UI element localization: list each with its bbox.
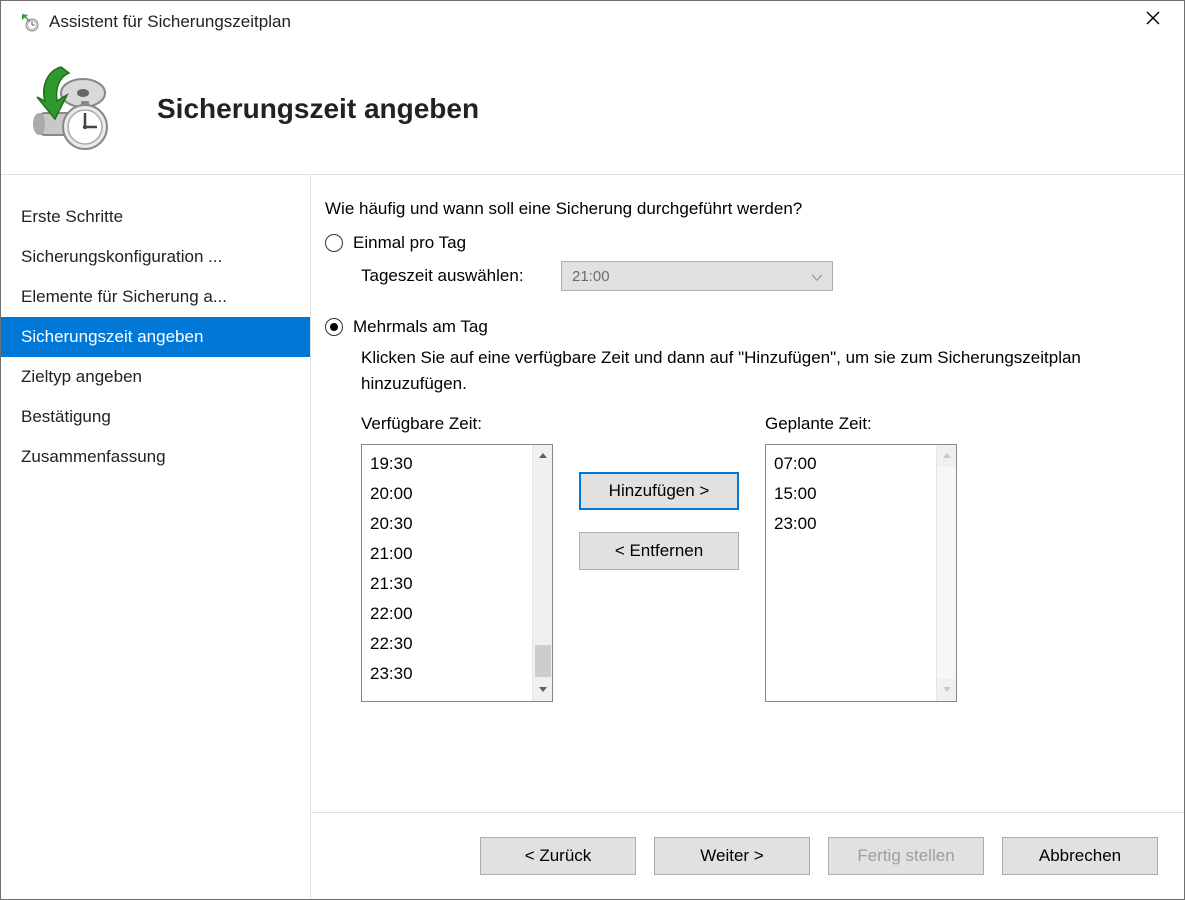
add-button-label: Hinzufügen > (609, 481, 710, 501)
wizard-window: Assistent für Sicherungszeitplan (0, 0, 1185, 900)
scheduled-listbox[interactable]: 07:00 15:00 23:00 (765, 444, 957, 702)
list-item[interactable]: 20:30 (370, 509, 532, 539)
scheduled-column: Geplante Zeit: 07:00 15:00 23:00 (765, 414, 957, 702)
header: Sicherungszeit angeben (1, 43, 1184, 175)
list-item[interactable]: 23:00 (774, 509, 936, 539)
time-of-day-row: Tageszeit auswählen: 21:00 (361, 261, 1154, 291)
radio-once-per-day[interactable]: Einmal pro Tag (325, 233, 1154, 253)
scroll-up-icon[interactable] (937, 445, 956, 467)
finish-button-label: Fertig stellen (857, 846, 954, 866)
scroll-down-icon[interactable] (533, 679, 552, 701)
list-item[interactable]: 19:30 (370, 449, 532, 479)
radio-multiple-per-day[interactable]: Mehrmals am Tag (325, 317, 1154, 337)
next-button-label: Weiter > (700, 846, 763, 866)
list-item[interactable]: 21:30 (370, 569, 532, 599)
list-item[interactable]: 15:00 (774, 479, 936, 509)
available-label: Verfügbare Zeit: (361, 414, 553, 434)
content-pane: Wie häufig und wann soll eine Sicherung … (311, 175, 1184, 899)
transfer-buttons: Hinzufügen > < Entfernen (553, 472, 765, 570)
available-scrollbar[interactable] (532, 445, 552, 701)
close-icon (1146, 11, 1160, 25)
sidebar-item-erste-schritte[interactable]: Erste Schritte (1, 197, 310, 237)
list-item[interactable]: 07:00 (774, 449, 936, 479)
sidebar-item-bestaetigung[interactable]: Bestätigung (1, 397, 310, 437)
available-listbox[interactable]: 19:30 20:00 20:30 21:00 21:30 22:00 22:3… (361, 444, 553, 702)
sidebar-item-sicherungskonfiguration[interactable]: Sicherungskonfiguration ... (1, 237, 310, 277)
chevron-down-icon (812, 268, 822, 285)
radio-multiple-icon (325, 318, 343, 336)
remove-button[interactable]: < Entfernen (579, 532, 739, 570)
close-button[interactable] (1130, 3, 1176, 33)
sidebar-item-sicherungszeit[interactable]: Sicherungszeit angeben (1, 317, 310, 357)
available-column: Verfügbare Zeit: 19:30 20:00 20:30 21:00… (361, 414, 553, 702)
cancel-button[interactable]: Abbrechen (1002, 837, 1158, 875)
backup-schedule-hero-icon (25, 61, 121, 157)
remove-button-label: < Entfernen (615, 541, 703, 561)
scroll-thumb[interactable] (535, 645, 551, 677)
page-title: Sicherungszeit angeben (157, 93, 479, 125)
sidebar-item-zusammenfassung[interactable]: Zusammenfassung (1, 437, 310, 477)
back-button[interactable]: < Zurück (480, 837, 636, 875)
time-of-day-dropdown[interactable]: 21:00 (561, 261, 833, 291)
steps-sidebar: Erste Schritte Sicherungskonfiguration .… (1, 175, 311, 899)
sidebar-item-zieltyp[interactable]: Zieltyp angeben (1, 357, 310, 397)
scroll-up-icon[interactable] (533, 445, 552, 467)
time-lists-row: Verfügbare Zeit: 19:30 20:00 20:30 21:00… (361, 414, 1154, 702)
list-item[interactable]: 20:00 (370, 479, 532, 509)
list-item[interactable]: 23:30 (370, 659, 532, 689)
radio-once-label: Einmal pro Tag (353, 233, 466, 253)
back-button-label: < Zurück (525, 846, 592, 866)
scheduled-label: Geplante Zeit: (765, 414, 957, 434)
titlebar: Assistent für Sicherungszeitplan (1, 1, 1184, 43)
radio-multiple-label: Mehrmals am Tag (353, 317, 488, 337)
app-icon (19, 11, 41, 33)
add-button[interactable]: Hinzufügen > (579, 472, 739, 510)
scheduled-scrollbar[interactable] (936, 445, 956, 701)
finish-button[interactable]: Fertig stellen (828, 837, 984, 875)
list-item[interactable]: 22:30 (370, 629, 532, 659)
time-of-day-label: Tageszeit auswählen: (361, 266, 561, 286)
cancel-button-label: Abbrechen (1039, 846, 1121, 866)
frequency-prompt: Wie häufig und wann soll eine Sicherung … (325, 199, 1154, 219)
wizard-footer: < Zurück Weiter > Fertig stellen Abbrech… (311, 812, 1184, 899)
radio-once-icon (325, 234, 343, 252)
list-item[interactable]: 21:00 (370, 539, 532, 569)
list-item[interactable]: 22:00 (370, 599, 532, 629)
next-button[interactable]: Weiter > (654, 837, 810, 875)
sidebar-item-elemente[interactable]: Elemente für Sicherung a... (1, 277, 310, 317)
multiple-instruction: Klicken Sie auf eine verfügbare Zeit und… (361, 345, 1081, 398)
wizard-body: Erste Schritte Sicherungskonfiguration .… (1, 175, 1184, 899)
time-of-day-value: 21:00 (572, 268, 822, 285)
window-title: Assistent für Sicherungszeitplan (49, 12, 1130, 32)
scroll-down-icon[interactable] (937, 679, 956, 701)
